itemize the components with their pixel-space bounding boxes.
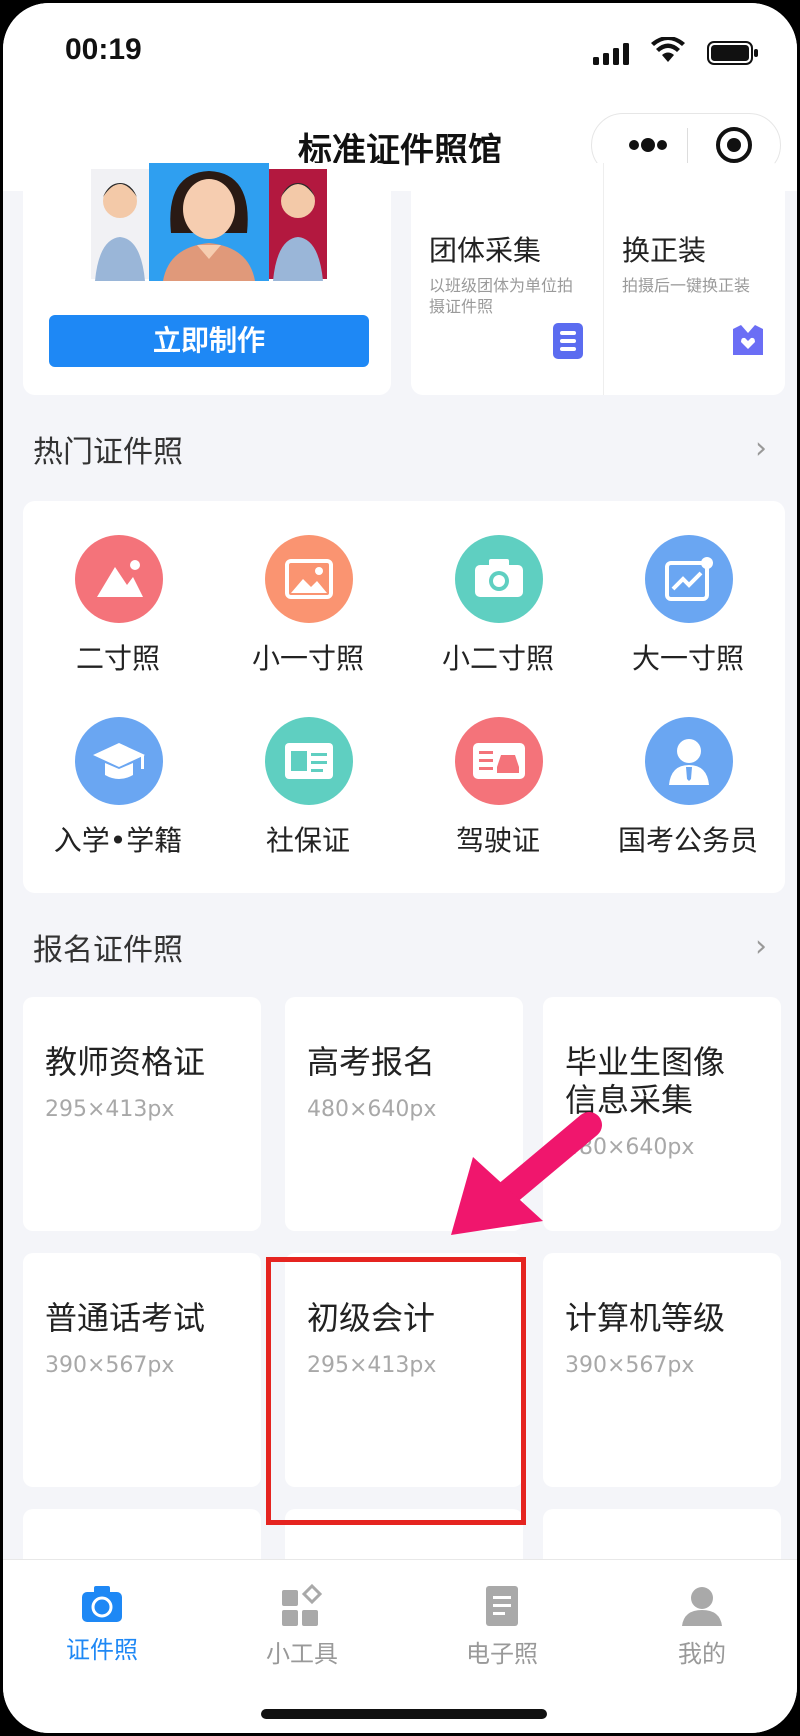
hot-item-label: 驾驶证: [455, 824, 540, 857]
feature-title: 换正装: [622, 234, 707, 267]
id-card-icon: [265, 717, 353, 805]
officer-icon: [645, 717, 733, 805]
tools-grid-icon: [282, 1584, 323, 1626]
highlight-box: [266, 1257, 526, 1525]
hot-item-civil-servant[interactable]: 国考公务员: [593, 683, 783, 857]
picture-icon: [265, 535, 353, 623]
registration-more-arrow[interactable]: ›: [755, 929, 767, 964]
hot-item-2inch[interactable]: 二寸照: [23, 501, 213, 675]
hot-item-label: 小一寸照: [251, 642, 364, 675]
hot-item-label: 二寸照: [75, 642, 160, 675]
tab-label: 小工具: [266, 1640, 338, 1668]
tab-e-photo[interactable]: 电子照: [427, 1584, 577, 1669]
reg-card-computer-level[interactable]: 计算机等级 390×567px: [543, 1253, 781, 1487]
hot-item-label: 国考公务员: [617, 824, 758, 857]
reg-card-mandarin[interactable]: 普通话考试 390×567px: [23, 1253, 261, 1487]
formal-suit-card[interactable]: 换正装 拍摄后一键换正装: [603, 163, 785, 395]
home-indicator: [261, 1709, 547, 1719]
hot-item-small-1inch[interactable]: 小一寸照: [213, 501, 403, 675]
reg-card-size: 390×567px: [45, 1353, 175, 1378]
hot-item-label: 入学•学籍: [53, 824, 183, 857]
mountain-icon: [75, 535, 163, 623]
reg-card-size: 295×413px: [45, 1097, 175, 1122]
tab-mine[interactable]: 我的: [627, 1584, 777, 1669]
camera-tab-icon: [82, 1586, 122, 1622]
feature-subtitle: 拍摄后一键换正装: [622, 276, 751, 295]
list-icon: [553, 323, 583, 359]
hot-item-label: 社保证: [265, 824, 350, 857]
reg-card-size: 390×567px: [565, 1353, 695, 1378]
reg-card-size: 480×640px: [307, 1097, 437, 1122]
status-bar: 00:19: [3, 3, 797, 103]
reg-card-title: 高考报名: [307, 1043, 436, 1081]
tab-label: 证件照: [66, 1636, 138, 1664]
graduation-cap-icon: [75, 717, 163, 805]
tab-bar: 证件照 小工具 电子照 我的: [3, 1559, 797, 1733]
hot-section-title: 热门证件照: [33, 435, 183, 470]
feature-title: 团体采集: [429, 234, 542, 267]
feature-subtitle: 以班级团体为单位拍摄证件照: [429, 276, 574, 316]
reg-card-title: 毕业生图像信息采集: [565, 1043, 726, 1119]
capsule-divider: [687, 128, 688, 164]
hot-item-large-1inch[interactable]: 大一寸照: [593, 501, 783, 675]
signal-icon: [593, 43, 629, 65]
phone-screen: 00:19 标准证件照馆 立即制作 团体采集 以班级团体为单位拍摄证件照 换正装…: [3, 3, 797, 1733]
tab-label: 我的: [678, 1640, 726, 1668]
wifi-icon: [651, 37, 685, 62]
hot-item-small-2inch[interactable]: 小二寸照: [403, 501, 593, 675]
battery-icon: [707, 41, 758, 65]
tab-label: 电子照: [466, 1640, 538, 1668]
hot-id-grid: 二寸照 小一寸照 小二寸照 大一寸照 入学•学籍 社保证 驾驶证 国考公务员: [23, 501, 785, 893]
reg-card-title: 教师资格证: [45, 1043, 206, 1081]
reg-card-title: 普通话考试: [45, 1299, 206, 1337]
hot-item-label: 小二寸照: [441, 642, 554, 675]
car-license-icon: [455, 717, 543, 805]
chart-icon: [645, 535, 733, 623]
user-icon: [682, 1587, 722, 1626]
tab-id-photo[interactable]: 证件照: [27, 1584, 177, 1665]
registration-section-title: 报名证件照: [33, 933, 183, 968]
status-time: 00:19: [65, 33, 142, 66]
tab-tools[interactable]: 小工具: [227, 1584, 377, 1669]
reg-card-title: 计算机等级: [565, 1299, 726, 1337]
group-collect-card[interactable]: 团体采集 以班级团体为单位拍摄证件照: [411, 163, 603, 395]
hot-item-social-security[interactable]: 社保证: [213, 683, 403, 857]
portrait-samples-image: [91, 163, 327, 281]
hot-more-arrow[interactable]: ›: [755, 431, 767, 466]
document-icon: [486, 1586, 518, 1626]
pointer-arrow-icon: [451, 1112, 602, 1235]
make-now-button[interactable]: 立即制作: [49, 315, 369, 367]
hero-card: 立即制作: [23, 163, 391, 395]
suit-heart-icon: [733, 325, 763, 355]
camera-icon: [455, 535, 543, 623]
hot-item-driver-license[interactable]: 驾驶证: [403, 683, 593, 857]
hot-item-label: 大一寸照: [631, 642, 744, 675]
hot-item-school[interactable]: 入学•学籍: [23, 683, 213, 857]
reg-card-teacher[interactable]: 教师资格证 295×413px: [23, 997, 261, 1231]
